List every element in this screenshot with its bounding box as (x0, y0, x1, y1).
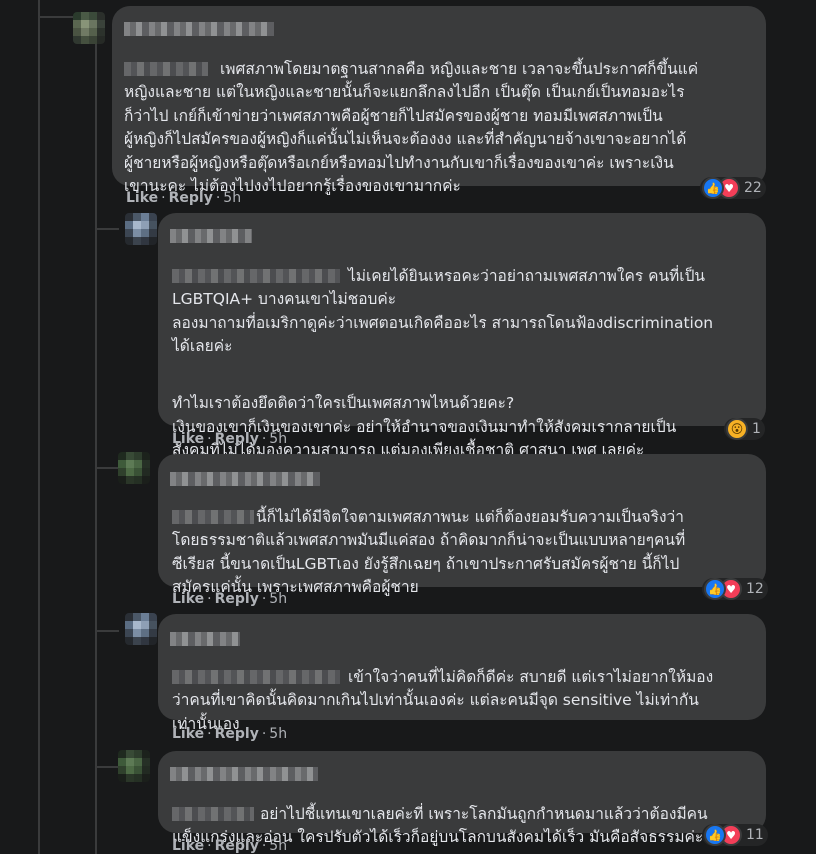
like-icon: 👍 (704, 578, 726, 600)
thread-branch (38, 16, 78, 18)
comment-actions: Like · Reply · 5h (172, 431, 288, 447)
reply-button[interactable]: Reply (169, 190, 213, 206)
redacted-mention[interactable] (172, 269, 340, 283)
comment-text: เพศสภาพโดยมาตฐานสากลคือ หญิงและชาย เวลาจ… (124, 34, 764, 199)
like-button[interactable]: Like (126, 190, 158, 206)
like-button[interactable]: Like (172, 431, 204, 447)
reaction-summary[interactable]: 😮 1 (724, 418, 765, 440)
timestamp[interactable]: 5h (269, 726, 287, 742)
comment-actions: Like · Reply · 5h (172, 838, 288, 854)
like-button[interactable]: Like (172, 838, 204, 854)
comment-actions: Like · Reply · 5h (126, 190, 242, 206)
reaction-count: 1 (752, 421, 761, 437)
reaction-summary[interactable]: 👍 ♥ 12 (702, 578, 768, 600)
redacted-mention[interactable] (172, 670, 340, 684)
comment-paragraph: ทำไมเราต้องยึดติดว่าใครเป็นเพศสภาพไหนด้ว… (172, 394, 677, 459)
comment-bubble: นี้ก็ไม่ได้มีจิตใจตามเพศสภาพนะ แต่ก็ต้อง… (158, 454, 766, 596)
thread-line-inner (95, 44, 97, 854)
timestamp[interactable]: 5h (223, 190, 241, 206)
wow-icon: 😮 (726, 418, 748, 440)
reply-button[interactable]: Reply (215, 431, 259, 447)
thread-line-outer (38, 0, 40, 854)
comment-actions: Like · Reply · 5h (172, 591, 288, 607)
redacted-mention[interactable] (124, 62, 208, 76)
thread-branch (95, 228, 119, 230)
thread-branch (95, 766, 119, 768)
avatar[interactable] (73, 12, 105, 44)
avatar[interactable] (118, 452, 150, 484)
timestamp[interactable]: 5h (269, 431, 287, 447)
comment-body: เพศสภาพโดยมาตฐานสากลคือ หญิงและชาย เวลาจ… (124, 59, 699, 196)
timestamp[interactable]: 5h (269, 838, 287, 854)
avatar[interactable] (125, 613, 157, 645)
comment-paragraph: ไม่เคยได้ยินเหรอคะว่าอย่าถามเพศสภาพใคร ค… (172, 265, 766, 359)
reaction-summary[interactable]: 👍 ♥ 11 (702, 824, 768, 846)
reaction-count: 22 (744, 180, 762, 196)
reply-button[interactable]: Reply (215, 591, 259, 607)
like-button[interactable]: Like (172, 726, 204, 742)
comment-bubble: ไม่เคยได้ยินเหรอคะว่าอย่าถามเพศสภาพใคร ค… (158, 213, 766, 459)
redacted-mention[interactable] (172, 807, 254, 821)
timestamp[interactable]: 5h (269, 591, 287, 607)
like-icon: 👍 (702, 177, 724, 199)
avatar[interactable] (118, 750, 150, 782)
comment-bubble: เพศสภาพโดยมาตฐานสากลคือ หญิงและชาย เวลาจ… (112, 6, 766, 195)
reaction-summary[interactable]: 👍 ♥ 22 (700, 177, 766, 199)
comment-bubble: อย่าไปชี้แทนเขาเลยค่ะที่ เพราะโลกมันถูกก… (158, 751, 766, 846)
redacted-mention[interactable] (172, 510, 254, 524)
avatar[interactable] (125, 213, 157, 245)
thread-branch (95, 630, 119, 632)
comment-actions: Like · Reply · 5h (172, 726, 288, 742)
reaction-count: 12 (746, 581, 764, 597)
comment-bubble: เข้าใจว่าคนที่ไม่คิดก็ดีค่ะ สบายดี แต่เร… (158, 614, 766, 733)
comment-text: นี้ก็ไม่ได้มีจิตใจตามเพศสภาพนะ แต่ก็ต้อง… (172, 482, 766, 600)
reply-button[interactable]: Reply (215, 838, 259, 854)
reply-button[interactable]: Reply (215, 726, 259, 742)
reaction-count: 11 (746, 827, 764, 843)
comment-text: เข้าใจว่าคนที่ไม่คิดก็ดีค่ะ สบายดี แต่เร… (172, 642, 766, 736)
like-button[interactable]: Like (172, 591, 204, 607)
like-icon: 👍 (704, 824, 726, 846)
thread-branch (95, 467, 119, 469)
comment-text: ไม่เคยได้ยินเหรอคะว่าอย่าถามเพศสภาพใคร ค… (172, 241, 766, 486)
